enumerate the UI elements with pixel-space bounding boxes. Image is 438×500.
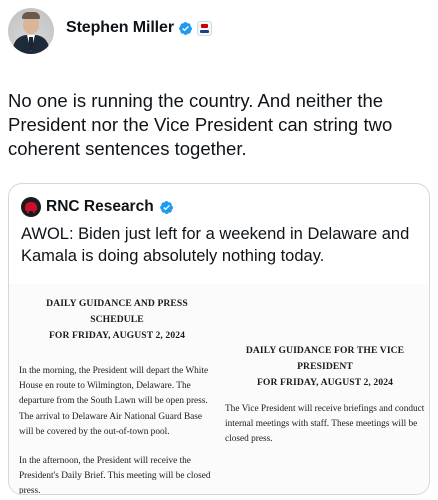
quoted-author-avatar[interactable] (21, 197, 41, 217)
quoted-post-text: AWOL: Biden just left for a weekend in D… (21, 225, 410, 265)
vice-president-paragraph: The Vice President will receive briefing… (225, 404, 425, 444)
quoted-post-card[interactable]: RNC Research AWOL: Biden just left for a… (8, 183, 430, 495)
verified-badge-icon (179, 21, 193, 35)
president-afternoon-paragraph: In the afternoon, the President will rec… (19, 456, 211, 495)
president-schedule: DAILY GUIDANCE AND PRESS SCHEDULE FOR FR… (19, 296, 211, 495)
president-schedule-heading: DAILY GUIDANCE AND PRESS SCHEDULE FOR FR… (46, 298, 188, 341)
vice-president-schedule: DAILY GUIDANCE FOR THE VICE PRESIDENT FO… (225, 343, 425, 447)
post-header: Stephen Miller (8, 8, 212, 58)
president-morning-paragraph: In the morning, the President will depar… (19, 366, 209, 437)
author-name[interactable]: Stephen Miller (66, 19, 174, 37)
flag-affiliation-icon (196, 20, 212, 36)
post-text: No one is running the country. And neith… (8, 90, 393, 159)
vice-president-schedule-heading: DAILY GUIDANCE FOR THE VICE PRESIDENT FO… (245, 345, 405, 388)
quoted-author-name[interactable]: RNC Research (46, 198, 154, 216)
quoted-document-image[interactable]: DAILY GUIDANCE AND PRESS SCHEDULE FOR FR… (9, 284, 429, 495)
author-avatar[interactable] (8, 8, 54, 54)
verified-badge-icon (159, 200, 173, 214)
author-name-row: Stephen Miller (66, 19, 212, 37)
quoted-post-header: RNC Research (21, 197, 174, 217)
